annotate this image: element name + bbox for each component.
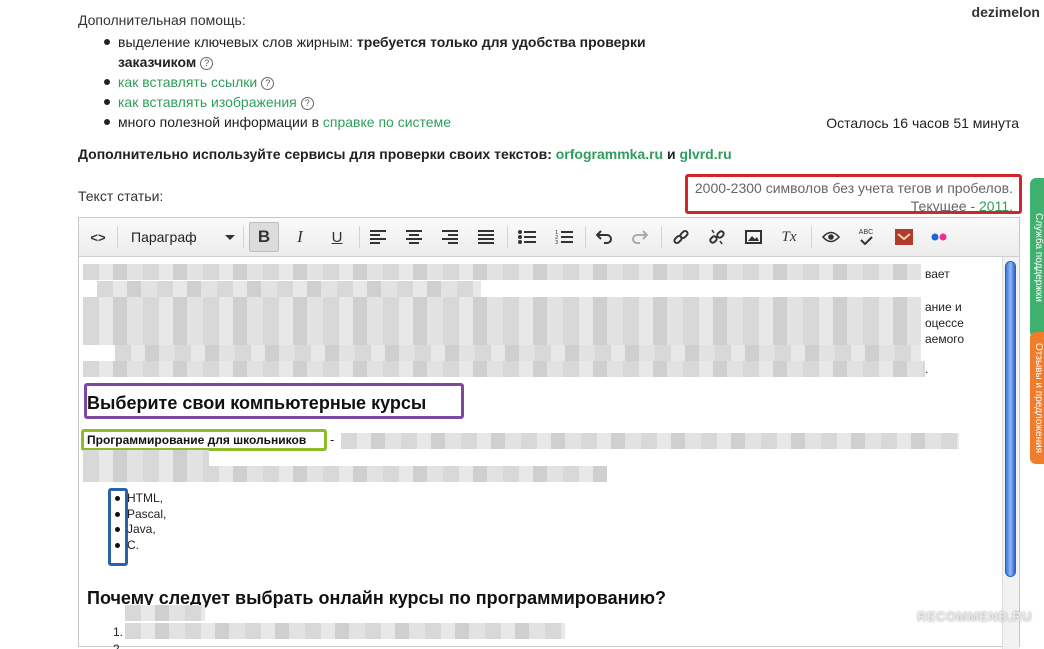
help-item-text: много полезной информации в — [118, 114, 323, 130]
blurred-text — [125, 623, 565, 639]
help-item-links: как вставлять ссылки? — [100, 72, 720, 92]
services-line: Дополнительно используйте сервисы для пр… — [78, 146, 732, 162]
list-item: 2. — [113, 641, 123, 649]
numbered-list-icon[interactable]: 123 — [549, 222, 579, 252]
toolbar-separator — [811, 226, 812, 248]
blurred-text — [115, 345, 921, 361]
username[interactable]: dezimelon — [972, 4, 1040, 20]
toolbar-separator — [507, 226, 508, 248]
numbered-list: 1. 2. — [113, 624, 123, 649]
blurred-text — [97, 281, 481, 297]
image-icon[interactable] — [738, 222, 768, 252]
toolbar-separator — [661, 226, 662, 248]
link-icon[interactable] — [666, 222, 696, 252]
how-to-insert-links-link[interactable]: как вставлять ссылки — [118, 74, 257, 90]
blurred-text — [83, 264, 921, 280]
list-item: HTML, — [115, 491, 166, 507]
char-current-value: 2011 — [979, 198, 1010, 214]
help-question-icon[interactable]: ? — [300, 97, 314, 110]
help-question-icon[interactable]: ? — [200, 57, 214, 70]
svg-text:3: 3 — [555, 240, 558, 244]
glvrd-link[interactable]: glvrd.ru — [680, 146, 732, 162]
toolbar-separator — [243, 226, 244, 248]
heading-computer-courses: Выберите свои компьютерные курсы — [87, 393, 427, 413]
toolbar-separator — [359, 226, 360, 248]
heading-school-programming: Программирование для школьников — [87, 433, 307, 447]
align-center-icon[interactable] — [399, 222, 429, 252]
blurred-text — [83, 450, 209, 466]
clear-format-icon[interactable]: Tx — [774, 222, 804, 252]
list-item: Java, — [115, 522, 166, 538]
blurred-text — [83, 466, 607, 482]
char-counter: 2000-2300 символов без учета тегов и про… — [685, 174, 1022, 214]
system-help-link[interactable]: справке по системе — [323, 114, 451, 130]
toolbar-separator — [117, 226, 118, 248]
list-number: 1. — [113, 625, 124, 639]
list-item: C. — [115, 538, 166, 554]
char-current-dot: . — [1009, 198, 1013, 214]
chevron-down-icon — [225, 235, 235, 240]
help-list: выделение ключевых слов жирным: требуетс… — [100, 32, 720, 132]
blurred-text — [341, 433, 959, 449]
blurred-text — [83, 297, 921, 313]
list-item: Pascal, — [115, 507, 166, 523]
text-fragment: оцессе — [925, 316, 964, 330]
align-justify-icon[interactable] — [471, 222, 501, 252]
text-fragment: ание и — [925, 300, 962, 314]
scrollbar-thumb[interactable] — [1005, 261, 1016, 577]
blurred-text — [125, 605, 205, 621]
text-fragment: вает — [925, 267, 950, 281]
redo-icon[interactable] — [625, 222, 655, 252]
services-prefix: Дополнительно используйте сервисы для пр… — [78, 146, 552, 162]
code-icon[interactable]: <> — [83, 222, 113, 252]
text-fragment: аемого — [925, 332, 965, 346]
blurred-text — [83, 313, 921, 329]
bold-icon[interactable]: B — [249, 222, 279, 252]
feedback-tab[interactable]: Отзывы и предложения — [1030, 332, 1044, 464]
unlink-icon[interactable] — [702, 222, 732, 252]
help-item-images: как вставлять изображения? — [100, 92, 720, 112]
languages-list: HTML, Pascal, Java, C. — [115, 491, 166, 553]
text-fragment: . — [925, 362, 929, 376]
spellcheck-abc: ABC — [858, 229, 874, 236]
editor-content[interactable]: вает ание и оцессе аемого . Выберите сво… — [79, 257, 1004, 649]
paragraph-format-select[interactable]: Параграф — [121, 224, 241, 250]
spellcheck-icon[interactable]: ABC — [851, 222, 881, 252]
char-current: Текущее - 2011. — [688, 197, 1013, 215]
orfogrammka-link[interactable]: orfogrammka.ru — [556, 146, 663, 162]
heading-dash: - — [330, 432, 335, 447]
format-select-value: Параграф — [131, 229, 197, 245]
char-requirement: 2000-2300 символов без учета тегов и про… — [694, 180, 1013, 196]
bookmark-icon[interactable] — [889, 222, 919, 252]
undo-icon[interactable] — [589, 222, 619, 252]
services-and: и — [667, 146, 676, 162]
help-title: Дополнительная помощь: — [78, 12, 246, 28]
help-item-text: выделение ключевых слов жирным: — [118, 34, 357, 50]
how-to-insert-images-link[interactable]: как вставлять изображения — [118, 94, 297, 110]
underline-icon[interactable]: U — [322, 222, 352, 252]
align-right-icon[interactable] — [435, 222, 465, 252]
watermark: RECOMMEND.RU — [916, 609, 1032, 624]
editor-scrollbar[interactable] — [1002, 257, 1019, 649]
preview-icon[interactable] — [816, 222, 846, 252]
list-item: 1. — [113, 624, 123, 641]
char-current-label: Текущее - — [910, 198, 976, 214]
help-item-keywords: выделение ключевых слов жирным: требуетс… — [100, 32, 720, 72]
align-left-icon[interactable] — [363, 222, 393, 252]
rich-text-editor: <> Параграф B I U 123 Tx ABC вает ание и… — [78, 217, 1020, 649]
support-tab[interactable]: Служба поддержки — [1030, 178, 1044, 338]
bullet-list-icon[interactable] — [512, 222, 542, 252]
help-question-icon[interactable]: ? — [261, 77, 275, 90]
flickr-icon[interactable] — [924, 222, 954, 252]
blurred-text — [83, 329, 921, 345]
list-number: 2. — [113, 642, 124, 649]
italic-icon[interactable]: I — [285, 222, 315, 252]
help-item-system-help: много полезной информации в справке по с… — [100, 112, 720, 132]
article-text-label: Текст статьи: — [78, 188, 164, 204]
editor-toolbar: <> Параграф B I U 123 Tx ABC — [79, 218, 1019, 257]
toolbar-separator — [585, 226, 586, 248]
blurred-text — [83, 361, 925, 377]
time-remaining: Осталось 16 часов 51 минута — [826, 115, 1019, 131]
